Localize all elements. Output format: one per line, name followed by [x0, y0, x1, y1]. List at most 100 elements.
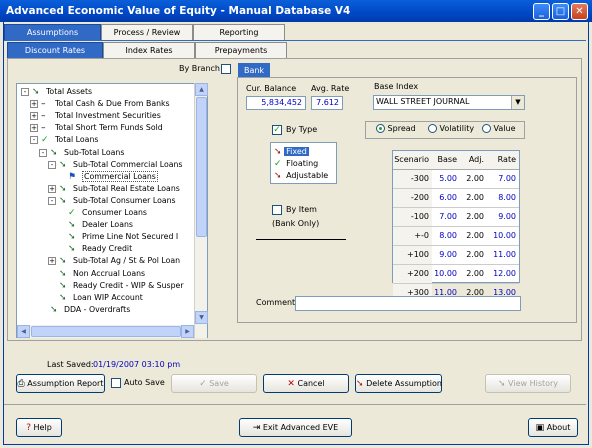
arrow-icon: ➘	[68, 232, 76, 243]
tab-assumptions[interactable]: Assumptions	[4, 24, 101, 40]
radio-volatility-dot[interactable]	[428, 124, 437, 133]
tree-node[interactable]: ➘ Non Accrual Loans	[48, 268, 145, 280]
tab-discount-rates[interactable]: Discount Rates	[7, 42, 103, 58]
type-option-floating[interactable]: ✓ Floating	[274, 158, 320, 169]
collapse-icon[interactable]: -	[39, 148, 47, 157]
tree-node[interactable]: + ➘ Sub-Total Ag / St & Pol Loan	[48, 255, 180, 267]
cancel-button[interactable]: ✕ Cancel	[263, 374, 349, 393]
tree-node[interactable]: + ➘ Sub-Total Real Estate Loans	[48, 183, 180, 195]
bank-button[interactable]: Bank	[238, 63, 270, 78]
tree-node[interactable]: - ➘ Sub-Total Loans	[39, 147, 124, 159]
tree-node[interactable]: ➘ Ready Credit	[57, 243, 132, 255]
hscroll-thumb[interactable]	[31, 326, 181, 337]
collapse-icon[interactable]: -	[30, 136, 38, 145]
adj-cell[interactable]: 2.00	[460, 188, 487, 208]
maximize-icon[interactable]: □	[552, 3, 569, 20]
close-icon[interactable]: ✕	[571, 3, 588, 20]
tree-node-label: DDA - Overdrafts	[64, 304, 131, 314]
collapse-icon[interactable]: -	[48, 196, 56, 205]
adj-cell[interactable]: 2.00	[460, 226, 487, 246]
radio-value-dot[interactable]	[482, 124, 491, 133]
adj-cell[interactable]: 2.00	[460, 245, 487, 265]
tree-node[interactable]: ✓ Consumer Loans	[57, 207, 147, 219]
table-row[interactable]: -300 5.00 2.00 7.00	[393, 169, 519, 189]
expand-icon[interactable]: +	[30, 124, 38, 133]
tab-index-rates[interactable]: Index Rates	[103, 42, 195, 58]
tree-node[interactable]: ➘ DDA - Overdrafts	[39, 304, 130, 316]
collapse-icon[interactable]: -	[21, 88, 29, 96]
base-cell: 5.00	[432, 169, 460, 189]
scroll-down-icon[interactable]: ▼	[195, 311, 208, 324]
by-item-checkbox[interactable]	[272, 205, 282, 215]
tree-node[interactable]: ➘ Prime Line Not Secured I	[57, 231, 178, 243]
base-cell: 10.00	[432, 264, 460, 284]
type-option-adjustable[interactable]: ➘ Adjustable	[274, 170, 330, 181]
scroll-thumb[interactable]	[196, 97, 207, 237]
tree-node[interactable]: ➘ Loan WIP Account	[48, 292, 143, 304]
expand-icon[interactable]: +	[48, 184, 56, 193]
radio-spread[interactable]: Spread	[376, 124, 416, 134]
history-icon: ➘	[497, 378, 506, 389]
scenario-table[interactable]: Scenario Base Adj. Rate -300 5.00 2.00 7.00…	[392, 150, 520, 303]
tab-underline	[4, 40, 586, 41]
tree-node[interactable]: - ➘ Total Assets	[21, 86, 92, 98]
adj-cell[interactable]: 2.00	[460, 264, 487, 284]
type-option-fixed[interactable]: ➘ Fixed	[274, 146, 309, 157]
tree-node-label: Sub-Total Commercial Loans	[73, 159, 183, 169]
exit-icon: ⇥	[252, 422, 261, 433]
tree-node[interactable]: ⚑ Commercial Loans	[57, 170, 158, 183]
window-title-bar: Advanced Economic Value of Equity - Manu…	[0, 0, 592, 22]
base-index-select[interactable]: WALL STREET JOURNAL ▼	[373, 95, 525, 110]
tree-node[interactable]: + – Total Investment Securities	[30, 110, 161, 122]
table-row[interactable]: -200 6.00 2.00 8.00	[393, 188, 519, 208]
by-type-checkbox[interactable]: ✓	[272, 125, 282, 135]
help-button[interactable]: ? Help	[16, 418, 62, 437]
account-tree[interactable]: - ➘ Total Assets + – Total Cash & Due From Ba…	[16, 83, 208, 338]
expand-icon[interactable]: +	[30, 112, 38, 121]
table-row[interactable]: +-0 8.00 2.00 10.00	[393, 226, 519, 246]
expand-icon[interactable]: +	[48, 257, 56, 266]
delete-assumption-button[interactable]: ➘ Delete Assumption	[355, 374, 442, 393]
auto-save-checkbox[interactable]	[111, 378, 121, 388]
tree-node[interactable]: ➘ Dealer Loans	[57, 219, 133, 231]
scroll-up-icon[interactable]: ▲	[195, 83, 208, 96]
table-row[interactable]: +200 10.00 2.00 12.00	[393, 264, 519, 284]
tree-node[interactable]: - ➘ Sub-Total Commercial Loans	[48, 159, 183, 171]
comment-input[interactable]	[295, 296, 521, 311]
tree-node[interactable]: + – Total Cash & Due From Banks	[30, 98, 170, 110]
by-branch-checkbox[interactable]	[221, 64, 231, 74]
cur-balance-field[interactable]: 5,834,452	[246, 96, 306, 110]
tree-horizontal-scrollbar[interactable]: ◀ ▶	[17, 325, 194, 338]
avg-rate-field[interactable]: 7.612	[311, 96, 343, 110]
scroll-left-icon[interactable]: ◀	[17, 325, 30, 338]
tree-node[interactable]: - ➘ Sub-Total Consumer Loans	[48, 195, 176, 207]
type-list[interactable]: ➘ Fixed ✓ Floating ➘ Adjustable	[270, 142, 337, 184]
view-history-button[interactable]: ➘ View History	[485, 374, 571, 393]
tab-prepayments[interactable]: Prepayments	[195, 42, 287, 58]
tab-reporting[interactable]: Reporting	[193, 24, 285, 40]
chevron-down-icon[interactable]: ▼	[511, 96, 524, 109]
x-icon: ✕	[287, 378, 295, 389]
tree-node[interactable]: ➘ Ready Credit - WIP & Susper	[48, 280, 184, 292]
radio-value[interactable]: Value	[482, 124, 516, 134]
collapse-icon[interactable]: -	[48, 160, 56, 169]
assumption-report-button[interactable]: ⎙ Assumption Report	[16, 374, 105, 393]
minimize-icon[interactable]: _	[533, 3, 550, 20]
expand-icon[interactable]: +	[30, 100, 38, 109]
tab-process-review[interactable]: Process / Review	[101, 24, 193, 40]
adj-cell[interactable]: 2.00	[460, 169, 487, 189]
tree-vertical-scrollbar[interactable]: ▲ ▼	[194, 83, 208, 338]
tree-node[interactable]: - ✓ Total Loans	[30, 134, 98, 146]
scroll-right-icon[interactable]: ▶	[181, 325, 194, 338]
adj-cell[interactable]: 2.00	[460, 207, 487, 227]
rate-cell: 10.00	[487, 226, 519, 246]
exit-button[interactable]: ⇥ Exit Advanced EVE	[239, 418, 352, 437]
radio-spread-dot[interactable]	[376, 124, 385, 133]
about-button[interactable]: ▣ About	[528, 418, 578, 437]
table-row[interactable]: -100 7.00 2.00 9.00	[393, 207, 519, 227]
arrow-icon: ➘	[59, 256, 67, 267]
save-button[interactable]: ✓ Save	[171, 374, 257, 393]
table-row[interactable]: +100 9.00 2.00 11.00	[393, 245, 519, 265]
radio-volatility[interactable]: Volatility	[428, 124, 474, 134]
tree-node[interactable]: + – Total Short Term Funds Sold	[30, 122, 163, 134]
